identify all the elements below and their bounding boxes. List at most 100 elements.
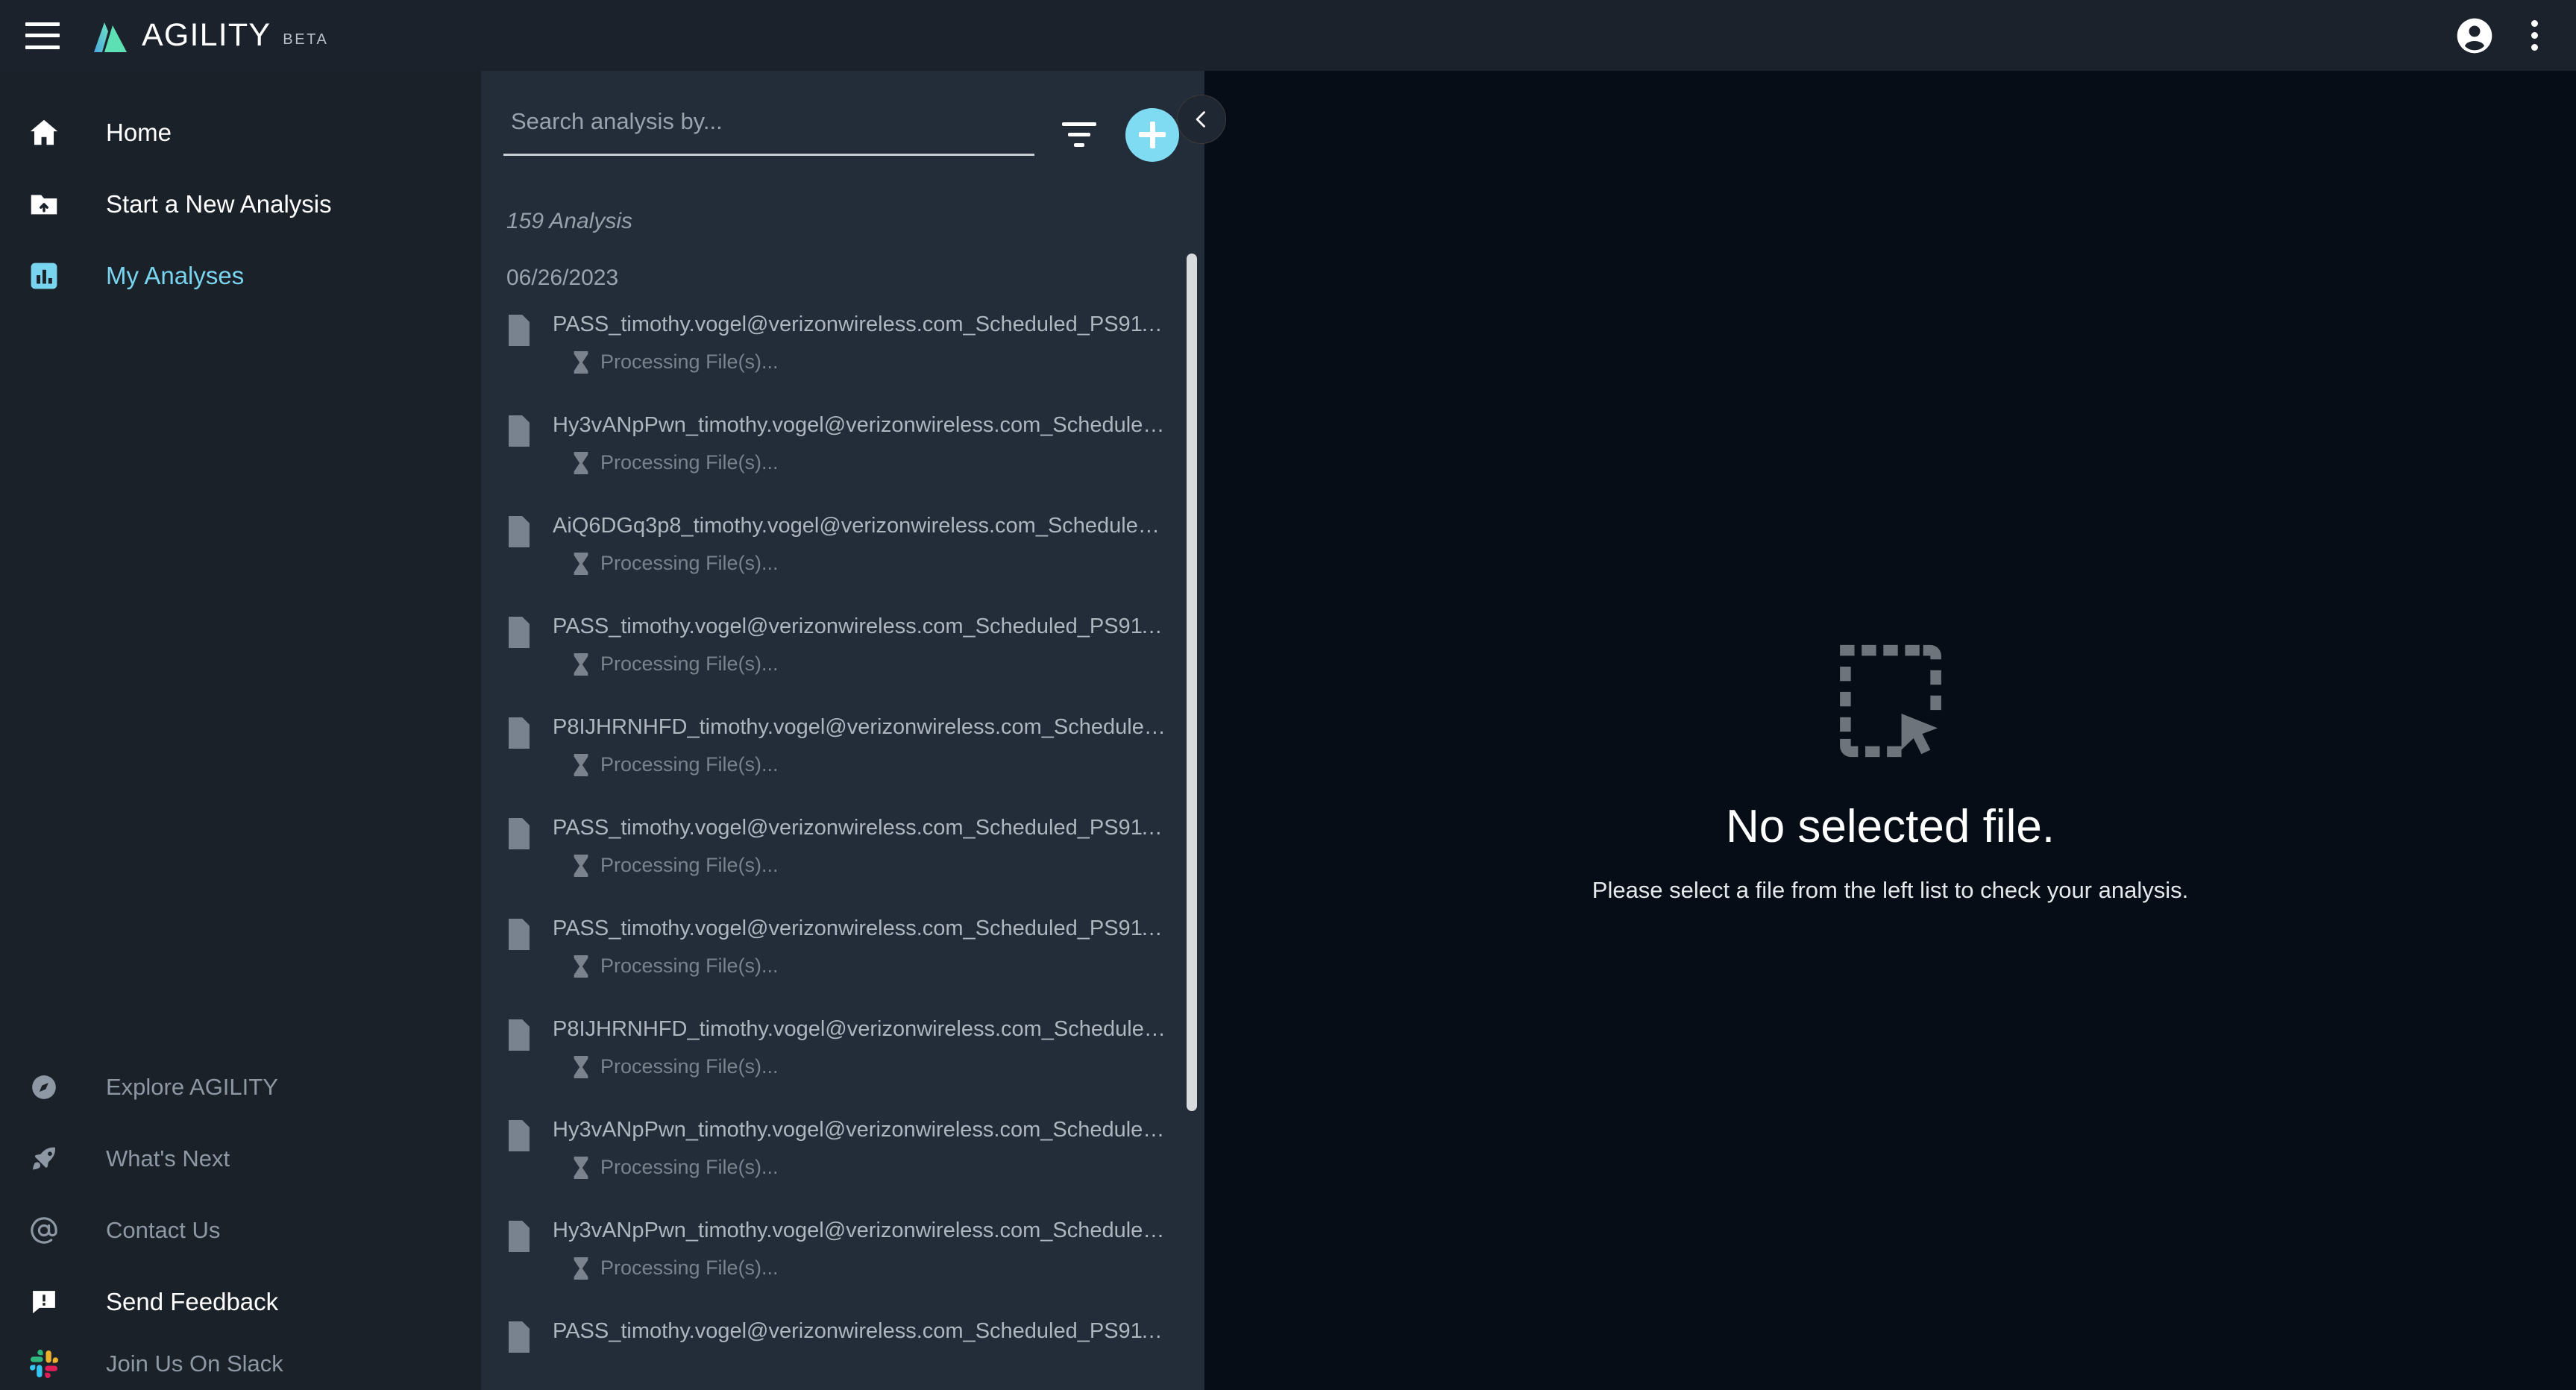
main-content-panel: No selected file. Please select a file f… — [1204, 71, 2576, 1390]
sidebar-item-label: What's Next — [106, 1145, 230, 1172]
hourglass-icon — [574, 552, 588, 575]
hourglass-icon — [574, 955, 588, 978]
list-item[interactable]: Hy3vANpPwn_timothy.vogel@verizonwireless… — [481, 1116, 1204, 1216]
sidebar-item-label: Contact Us — [106, 1217, 221, 1243]
at-sign-icon — [22, 1214, 66, 1247]
folder-upload-icon — [22, 187, 66, 221]
sidebar-primary-nav: Home Start a New Analysis My Analyses — [0, 71, 481, 312]
file-name: AiQ6DGq3p8_timothy.vogel@verizonwireless… — [553, 514, 1172, 538]
list-item-texts: P8IJHRNHFD_timothy.vogel@verizonwireless… — [553, 1015, 1172, 1078]
file-icon — [506, 1321, 536, 1356]
list-item[interactable]: PASS_timothy.vogel@verizonwireless.com_S… — [481, 914, 1204, 1015]
sidebar-secondary-nav: Explore AGILITY What's Next Contact Us S… — [0, 1051, 481, 1390]
list-item-texts: PASS_timothy.vogel@verizonwireless.com_S… — [553, 310, 1172, 374]
list-item[interactable]: PASS_timothy.vogel@verizonwireless.com_S… — [481, 310, 1204, 411]
sidebar-item-start-new-analysis[interactable]: Start a New Analysis — [0, 169, 481, 240]
top-bar-actions — [2454, 15, 2551, 57]
list-item[interactable]: PASS_timothy.vogel@verizonwireless.com_S… — [481, 814, 1204, 914]
hamburger-menu-icon[interactable] — [25, 22, 60, 49]
compass-icon — [22, 1072, 66, 1102]
add-analysis-button[interactable] — [1125, 107, 1179, 162]
sidebar-item-explore-agility[interactable]: Explore AGILITY — [0, 1051, 481, 1123]
search-underline — [503, 153, 1034, 156]
list-scrollbar-thumb[interactable] — [1187, 254, 1197, 1111]
list-item-texts: Hy3vANpPwn_timothy.vogel@verizonwireless… — [553, 1116, 1172, 1179]
select-area-cursor-icon — [1839, 644, 1941, 758]
feedback-icon — [22, 1286, 66, 1318]
sidebar-item-join-us-on-slack[interactable]: Join Us On Slack — [0, 1338, 481, 1390]
file-name: Hy3vANpPwn_timothy.vogel@verizonwireless… — [553, 413, 1172, 437]
app-root: AGILITY BETA Home Start a New Analysis M… — [0, 0, 2576, 1390]
list-item[interactable]: AiQ6DGq3p8_timothy.vogel@verizonwireless… — [481, 512, 1204, 612]
file-status-text: Processing File(s)... — [600, 753, 779, 776]
sidebar-item-label: Start a New Analysis — [106, 190, 332, 218]
hourglass-icon — [574, 451, 588, 474]
account-circle-icon[interactable] — [2454, 15, 2495, 57]
file-status: Processing File(s)... — [572, 854, 1172, 877]
file-name: PASS_timothy.vogel@verizonwireless.com_S… — [553, 816, 1172, 840]
sidebar-item-send-feedback[interactable]: Send Feedback — [0, 1266, 481, 1338]
list-item[interactable]: PASS_timothy.vogel@verizonwireless.com_S… — [481, 612, 1204, 713]
hourglass-icon — [574, 854, 588, 877]
file-status-text: Processing File(s)... — [600, 350, 779, 373]
list-item[interactable]: Hy3vANpPwn_timothy.vogel@verizonwireless… — [481, 1216, 1204, 1317]
sidebar-item-home[interactable]: Home — [0, 97, 481, 169]
bar-chart-icon — [22, 260, 66, 292]
list-item-texts: PASS_timothy.vogel@verizonwireless.com_S… — [553, 1317, 1172, 1345]
file-name: PASS_timothy.vogel@verizonwireless.com_S… — [553, 614, 1172, 638]
brand-title: AGILITY — [142, 17, 271, 53]
file-status-text: Processing File(s)... — [600, 1156, 779, 1178]
list-item-texts: PASS_timothy.vogel@verizonwireless.com_S… — [553, 914, 1172, 978]
list-item[interactable]: Hy3vANpPwn_timothy.vogel@verizonwireless… — [481, 411, 1204, 512]
brand-beta-badge: BETA — [283, 31, 329, 48]
file-status-text: Processing File(s)... — [600, 652, 779, 675]
file-icon — [506, 617, 536, 652]
file-status: Processing File(s)... — [572, 451, 1172, 474]
chevron-left-icon — [1196, 111, 1205, 128]
rocket-icon — [22, 1143, 66, 1174]
list-item[interactable]: PASS_timothy.vogel@verizonwireless.com_S… — [481, 1317, 1204, 1390]
filter-icon[interactable] — [1055, 111, 1103, 159]
file-status-text: Processing File(s)... — [600, 955, 779, 977]
list-item[interactable]: P8IJHRNHFD_timothy.vogel@verizonwireless… — [481, 1015, 1204, 1116]
home-icon — [22, 116, 66, 150]
sidebar-item-contact-us[interactable]: Contact Us — [0, 1195, 481, 1266]
date-group-header: 06/26/2023 — [506, 265, 619, 290]
collapse-panel-button[interactable] — [1177, 95, 1226, 144]
hourglass-icon — [574, 753, 588, 776]
file-status-text: Processing File(s)... — [600, 451, 779, 474]
file-icon — [506, 1221, 536, 1256]
file-status: Processing File(s)... — [572, 955, 1172, 978]
sidebar-item-label: Explore AGILITY — [106, 1074, 278, 1100]
hourglass-icon — [574, 652, 588, 676]
hourglass-icon — [574, 1156, 588, 1179]
file-name: PASS_timothy.vogel@verizonwireless.com_S… — [553, 312, 1172, 336]
search-input[interactable] — [503, 107, 1034, 156]
list-item-texts: P8IJHRNHFD_timothy.vogel@verizonwireless… — [553, 713, 1172, 776]
file-name: P8IJHRNHFD_timothy.vogel@verizonwireless… — [553, 715, 1172, 739]
file-status-text: Processing File(s)... — [600, 552, 779, 574]
list-item-texts: PASS_timothy.vogel@verizonwireless.com_S… — [553, 612, 1172, 676]
file-name: PASS_timothy.vogel@verizonwireless.com_S… — [553, 916, 1172, 940]
file-list: PASS_timothy.vogel@verizonwireless.com_S… — [481, 310, 1204, 1390]
search-field-wrapper — [503, 107, 1034, 156]
sidebar-item-whats-next[interactable]: What's Next — [0, 1123, 481, 1195]
list-item-texts: Hy3vANpPwn_timothy.vogel@verizonwireless… — [553, 1216, 1172, 1280]
top-app-bar: AGILITY BETA — [0, 0, 2576, 71]
analysis-list-panel: 159 Analysis 06/26/2023 PASS_timothy.vog… — [481, 71, 1204, 1390]
file-status: Processing File(s)... — [572, 1257, 1172, 1280]
file-status: Processing File(s)... — [572, 552, 1172, 575]
file-status: Processing File(s)... — [572, 753, 1172, 776]
file-name: PASS_timothy.vogel@verizonwireless.com_S… — [553, 1319, 1172, 1343]
file-icon — [506, 1120, 536, 1155]
sidebar-item-label: Home — [106, 119, 172, 146]
file-status-text: Processing File(s)... — [600, 1257, 779, 1279]
file-icon — [506, 315, 536, 350]
hourglass-icon — [574, 350, 588, 374]
list-item[interactable]: P8IJHRNHFD_timothy.vogel@verizonwireless… — [481, 713, 1204, 814]
sidebar-item-my-analyses[interactable]: My Analyses — [0, 240, 481, 312]
sidebar-item-label: Join Us On Slack — [106, 1350, 283, 1377]
more-vertical-icon[interactable] — [2518, 18, 2551, 54]
search-row — [481, 71, 1204, 192]
hourglass-icon — [574, 1055, 588, 1078]
